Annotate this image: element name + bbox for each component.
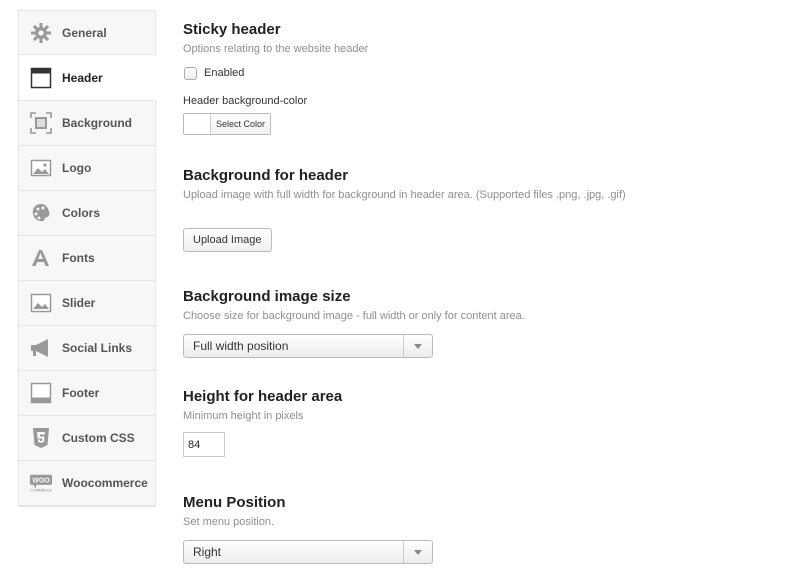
sidebar-item-woocommerce[interactable]: WOO COMMERCE Woocommerce bbox=[18, 461, 156, 506]
svg-text:WOO: WOO bbox=[32, 478, 50, 485]
sidebar-item-label: Footer bbox=[62, 386, 100, 400]
header-bg-color-picker[interactable]: Select Color bbox=[183, 113, 272, 135]
menu-position-description: Set menu position. bbox=[183, 516, 275, 528]
woocommerce-icon: WOO COMMERCE bbox=[29, 471, 53, 495]
sidebar-item-label: Custom CSS bbox=[62, 431, 135, 445]
image-icon bbox=[29, 156, 53, 180]
chevron-down-icon[interactable] bbox=[403, 541, 432, 563]
sidebar-item-logo[interactable]: Logo bbox=[18, 146, 156, 191]
bg-size-select[interactable]: Full width position bbox=[183, 334, 433, 358]
header-bg-color-label: Header background-color bbox=[183, 95, 308, 107]
bg-size-description: Choose size for background image - full … bbox=[183, 310, 525, 322]
settings-sidebar: General Header Background Logo Colors Fo… bbox=[18, 10, 156, 507]
palette-icon bbox=[29, 201, 53, 225]
color-swatch[interactable] bbox=[184, 114, 211, 134]
megaphone-icon bbox=[29, 336, 53, 360]
sidebar-item-label: Social Links bbox=[62, 341, 133, 355]
sidebar-item-slider[interactable]: Slider bbox=[18, 281, 156, 326]
slider-image-icon bbox=[29, 291, 53, 315]
bg-header-title: Background for header bbox=[183, 167, 349, 184]
height-title: Height for header area bbox=[183, 388, 343, 405]
svg-text:COMMERCE: COMMERCE bbox=[30, 488, 52, 492]
background-frame-icon bbox=[29, 111, 53, 135]
bg-size-title: Background image size bbox=[183, 288, 351, 305]
sidebar-item-background[interactable]: Background bbox=[18, 101, 156, 146]
sidebar-item-label: Slider bbox=[62, 296, 96, 310]
sidebar-item-fonts[interactable]: Fonts bbox=[18, 236, 156, 281]
menu-position-select[interactable]: Right bbox=[183, 540, 433, 564]
sticky-header-title: Sticky header bbox=[183, 21, 281, 38]
gear-icon bbox=[29, 21, 53, 45]
header-layout-icon bbox=[29, 66, 53, 90]
header-height-input[interactable]: 84 bbox=[183, 432, 225, 457]
sidebar-item-general[interactable]: General bbox=[18, 10, 156, 55]
sidebar-item-footer[interactable]: Footer bbox=[18, 371, 156, 416]
bg-header-description: Upload image with full width for backgro… bbox=[183, 189, 626, 201]
sidebar-item-label: General bbox=[62, 25, 107, 40]
css3-icon bbox=[29, 426, 53, 450]
enabled-label: Enabled bbox=[204, 67, 245, 79]
height-description: Minimum height in pixels bbox=[183, 410, 304, 422]
select-color-button[interactable]: Select Color bbox=[211, 114, 271, 134]
menu-position-selected: Right bbox=[193, 545, 222, 559]
sidebar-item-label: Background bbox=[62, 116, 133, 130]
menu-position-title: Menu Position bbox=[183, 494, 286, 511]
sidebar-item-label: Colors bbox=[62, 206, 101, 220]
sidebar-item-label: Header bbox=[62, 70, 103, 85]
bg-size-selected: Full width position bbox=[193, 339, 289, 353]
sticky-header-description: Options relating to the website header bbox=[183, 43, 369, 55]
sidebar-item-label: Fonts bbox=[62, 251, 95, 265]
chevron-down-icon[interactable] bbox=[403, 335, 432, 357]
sidebar-item-label: Woocommerce bbox=[62, 476, 148, 490]
sidebar-item-colors[interactable]: Colors bbox=[18, 191, 156, 236]
enabled-checkbox[interactable] bbox=[184, 67, 197, 80]
upload-image-button[interactable]: Upload Image bbox=[183, 228, 272, 252]
font-icon bbox=[29, 246, 53, 270]
footer-layout-icon bbox=[29, 381, 53, 405]
sidebar-item-label: Logo bbox=[62, 161, 92, 175]
sidebar-item-social-links[interactable]: Social Links bbox=[18, 326, 156, 371]
sidebar-item-header[interactable]: Header bbox=[18, 55, 156, 101]
sidebar-item-custom-css[interactable]: Custom CSS bbox=[18, 416, 156, 461]
